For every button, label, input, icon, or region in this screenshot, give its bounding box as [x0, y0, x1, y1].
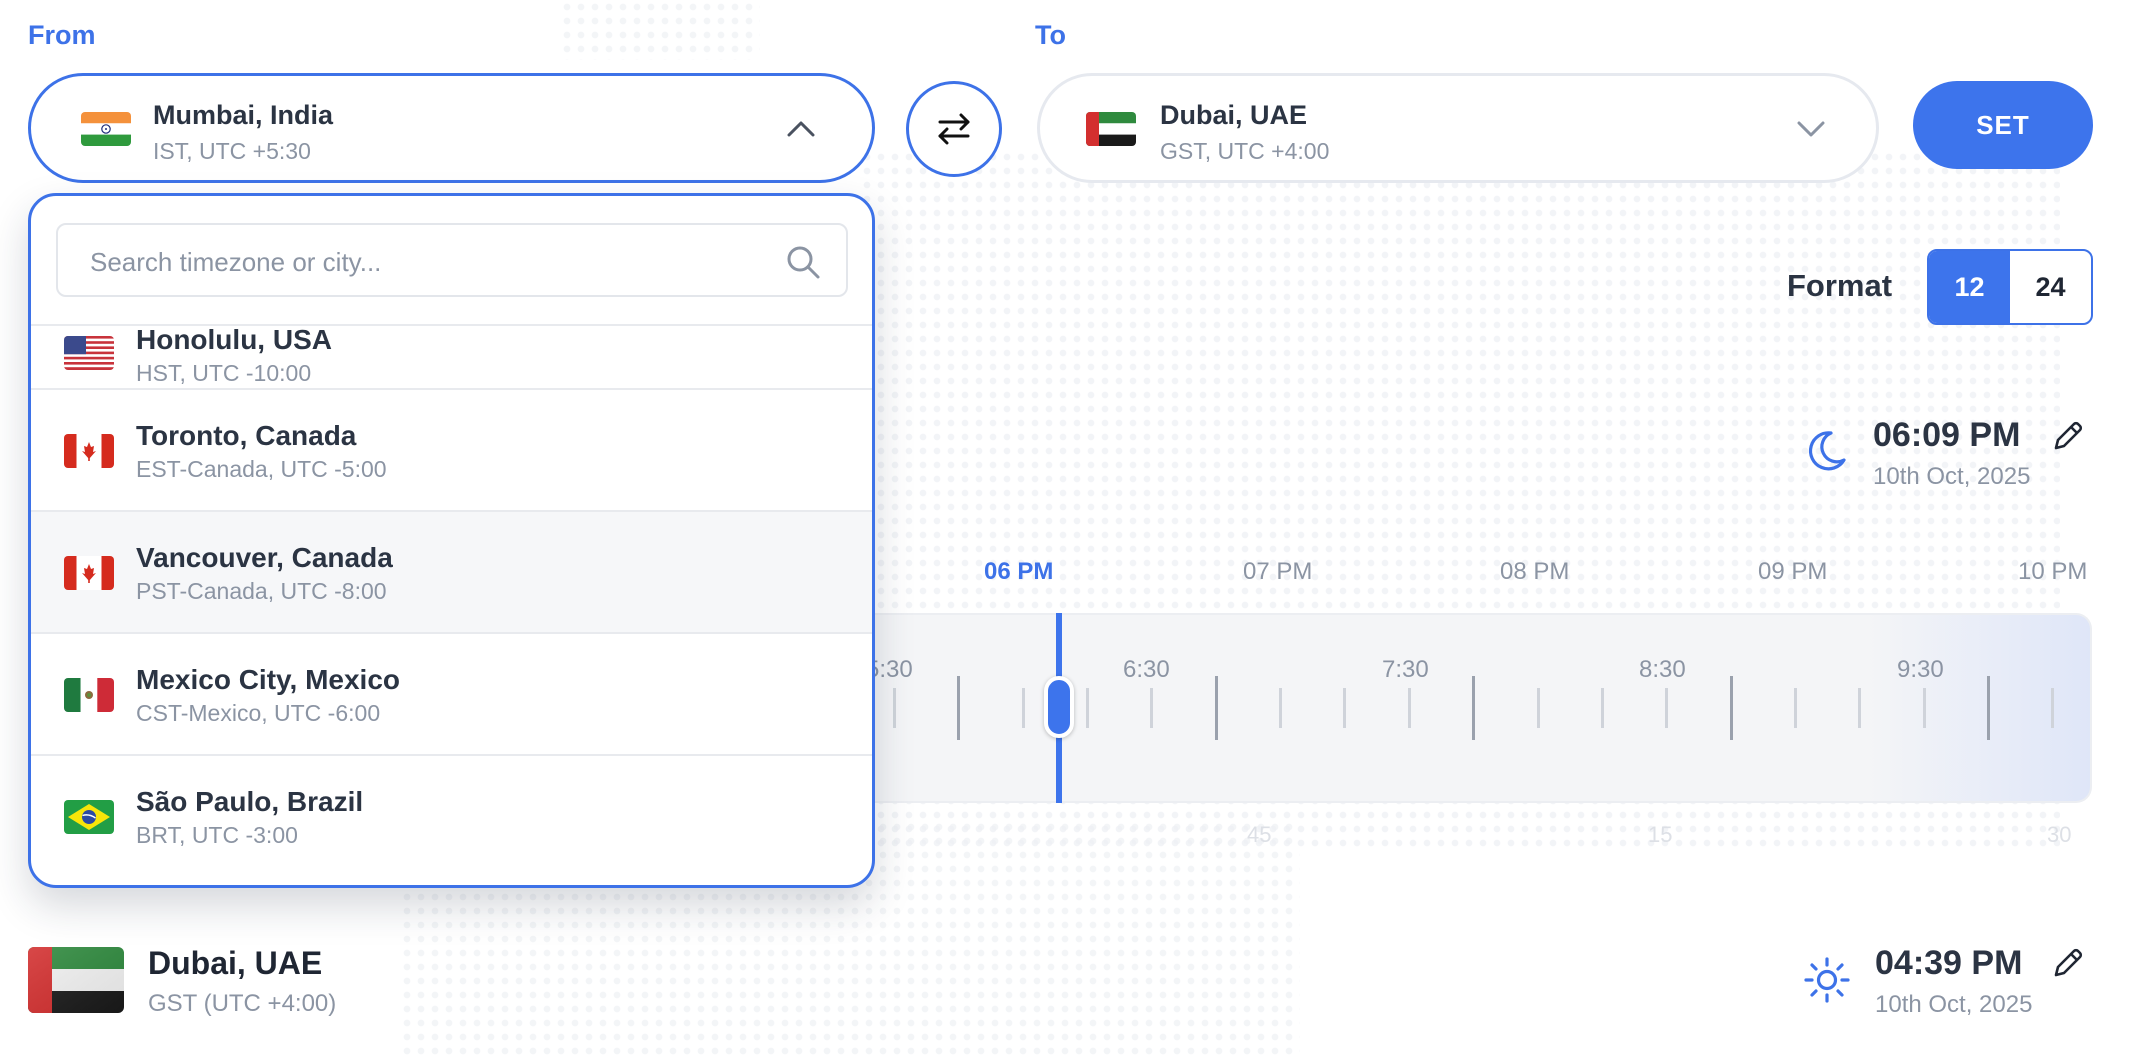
list-item-honolulu[interactable]: Honolulu, USA HST, UTC -10:00 [31, 274, 872, 390]
world-map-background-top [560, 0, 760, 60]
item-tz: CST-Mexico, UTC -6:00 [136, 700, 381, 726]
target-date: 10th Oct, 2025 [1875, 991, 2033, 1018]
edit-pencil-icon[interactable] [2050, 418, 2086, 454]
timeline-slider-handle[interactable] [1044, 676, 1074, 738]
format-24-button[interactable]: 24 [2010, 251, 2091, 323]
half-hour-label: 7:30 [1382, 656, 1429, 683]
hour-label-7pm: 07 PM [1243, 558, 1313, 585]
target-city: Dubai, UAE [148, 945, 323, 981]
source-date: 10th Oct, 2025 [1873, 463, 2031, 490]
minute-label: 30 [2047, 822, 2072, 847]
item-city: Vancouver, Canada [136, 542, 393, 573]
half-hour-label: 8:30 [1639, 656, 1686, 683]
timeline-tick [1922, 688, 1926, 728]
swap-button[interactable] [906, 81, 1002, 177]
item-tz: HST, UTC -10:00 [136, 360, 312, 386]
canada-flag-icon [64, 434, 114, 468]
list-item-mexico-city[interactable]: Mexico City, Mexico CST-Mexico, UTC -6:0… [31, 634, 872, 756]
timeline-tick [2051, 688, 2055, 728]
india-flag-icon [81, 112, 131, 146]
canada-flag-icon [64, 556, 114, 590]
to-tz: GST, UTC +4:00 [1160, 138, 1330, 164]
swap-arrows-icon [938, 113, 970, 145]
usa-flag-icon [64, 336, 114, 370]
hour-label-6pm: 06 PM [984, 558, 1054, 585]
item-city: São Paulo, Brazil [136, 786, 364, 817]
mexico-flag-icon [64, 678, 114, 712]
timeline-tick [1536, 688, 1540, 728]
source-time: 06:09 PM [1873, 416, 2021, 454]
timeline-tick [1472, 676, 1476, 740]
list-item-sao-paulo[interactable]: São Paulo, Brazil BRT, UTC -3:00 [31, 756, 872, 878]
timeline-track[interactable] [850, 613, 2092, 803]
half-hour-label: 6:30 [1123, 656, 1170, 683]
timeline-tick [1986, 676, 1990, 740]
list-item-vancouver[interactable]: Vancouver, Canada PST-Canada, UTC -8:00 [31, 512, 872, 634]
timeline-tick [957, 676, 961, 740]
moon-icon [1808, 431, 1846, 471]
uae-flag-icon [1086, 112, 1136, 146]
timeline-tick [1600, 688, 1604, 728]
uae-flag-large-icon [28, 947, 124, 1013]
format-toggle: 12 24 [1927, 249, 2093, 325]
timeline-tick [1665, 688, 1669, 728]
item-tz: PST-Canada, UTC -8:00 [136, 578, 387, 604]
from-label: From [28, 20, 96, 50]
format-12-button[interactable]: 12 [1929, 251, 2010, 323]
hour-label-9pm: 09 PM [1758, 558, 1828, 585]
item-city: Mexico City, Mexico [136, 664, 401, 695]
sun-icon [1804, 957, 1850, 1003]
timeline-tick [1407, 688, 1411, 728]
timeline-tick [1279, 688, 1283, 728]
timeline-tick [893, 688, 896, 728]
minute-label: 45 [1247, 822, 1272, 847]
to-label: To [1035, 20, 1066, 50]
set-button[interactable]: SET [1913, 81, 2093, 169]
hour-label-10pm: 10 PM [2018, 558, 2088, 585]
edit-pencil-icon[interactable] [2050, 945, 2086, 981]
list-item-toronto[interactable]: Toronto, Canada EST-Canada, UTC -5:00 [31, 390, 872, 512]
to-city: Dubai, UAE [1160, 100, 1308, 130]
from-tz: IST, UTC +5:30 [153, 138, 311, 164]
brazil-flag-icon [64, 800, 114, 834]
item-tz: EST-Canada, UTC -5:00 [136, 456, 387, 482]
timeline-tick [1150, 688, 1154, 728]
hour-label-8pm: 08 PM [1500, 558, 1570, 585]
timeline-tick [1086, 688, 1090, 728]
timeline-tick [1793, 688, 1797, 728]
half-hour-label: 9:30 [1897, 656, 1944, 683]
timeline-tick [1858, 688, 1862, 728]
timeline-tick [1021, 688, 1025, 728]
item-tz: BRT, UTC -3:00 [136, 822, 298, 848]
to-timezone-select[interactable]: Dubai, UAE GST, UTC +4:00 [1037, 73, 1879, 183]
timeline-tick [1214, 676, 1218, 740]
format-label: Format [1787, 268, 1893, 303]
chevron-down-icon[interactable] [1793, 111, 1829, 147]
timeline-tick [1729, 676, 1733, 740]
target-tz: GST (UTC +4:00) [148, 990, 337, 1017]
chevron-up-icon[interactable] [783, 111, 819, 147]
item-city: Honolulu, USA [136, 324, 332, 355]
from-city: Mumbai, India [153, 100, 334, 130]
timezone-dropdown: Search timezone or city... Honolulu, USA… [28, 193, 875, 888]
timeline-tick [1343, 688, 1347, 728]
from-timezone-select[interactable]: Mumbai, India IST, UTC +5:30 [28, 73, 875, 183]
timezone-converter: From To Mumbai, India IST, UTC +5:30 Dub… [0, 0, 2142, 1058]
target-time: 04:39 PM [1875, 944, 2023, 982]
minute-label: 15 [1648, 822, 1673, 847]
item-city: Toronto, Canada [136, 420, 357, 451]
